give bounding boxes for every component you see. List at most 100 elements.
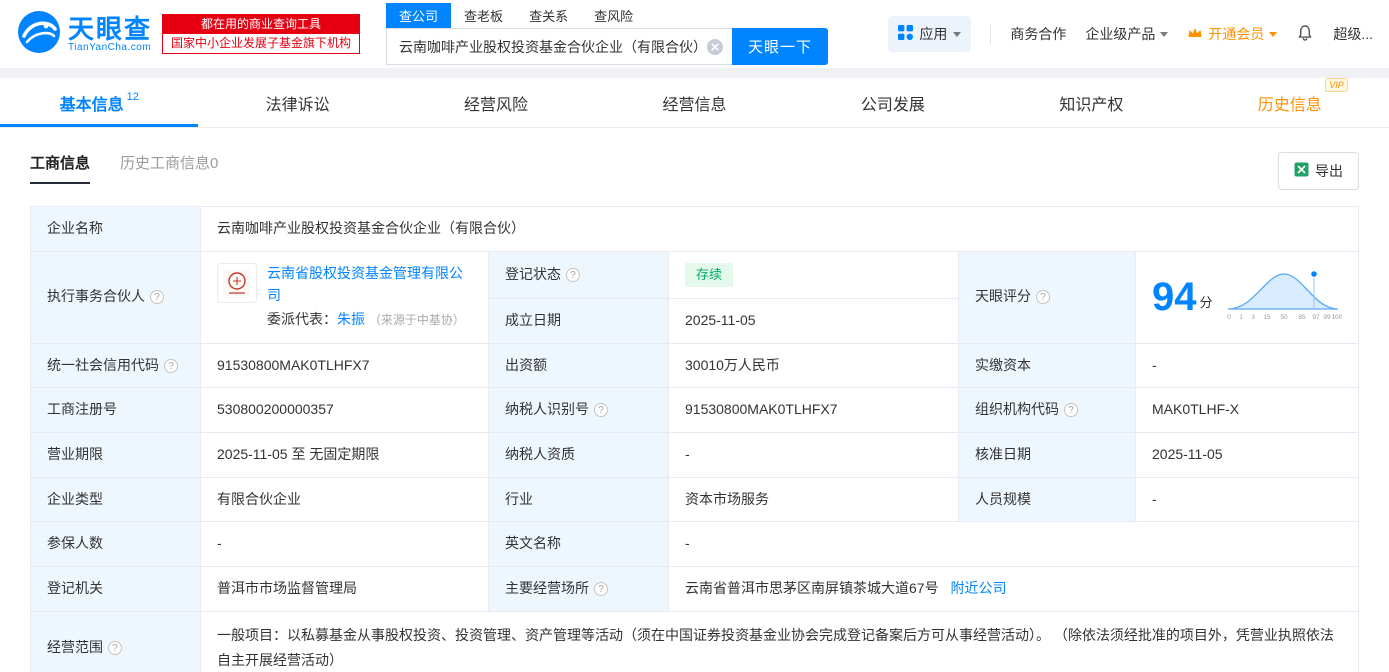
search-input[interactable] [387, 29, 732, 64]
nav-business-cooperation[interactable]: 商务合作 [1010, 24, 1066, 44]
label-org-code: 组织机构代码 [959, 388, 1136, 433]
page-divider-strip [0, 68, 1389, 78]
tab-operation-label: 经营信息 [662, 91, 726, 115]
tab-intellectual-property[interactable]: 知识产权 [992, 78, 1190, 127]
crown-icon [1187, 26, 1203, 42]
reg-no-label-text: 工商注册号 [47, 401, 117, 417]
tianyancha-logo-icon [16, 9, 62, 60]
paid-capital-label-text: 实缴资本 [975, 357, 1031, 373]
label-paid-capital: 实缴资本 [959, 343, 1136, 388]
tab-operating-risk[interactable]: 经营风险 [397, 78, 595, 127]
label-staff-size: 人员规模 [959, 477, 1136, 522]
label-established-date: 成立日期 [489, 298, 669, 343]
subtab-business-info[interactable]: 工商信息 [30, 152, 90, 184]
nearby-companies-link[interactable]: 附近公司 [950, 580, 1006, 596]
business-info-table: 企业名称 云南咖啡产业股权投资基金合伙企业（有限合伙） 执行事务合伙人 [30, 206, 1359, 672]
tab-history-info[interactable]: 历史信息 VIP [1191, 78, 1389, 127]
tab-development-label: 公司发展 [861, 91, 925, 115]
apps-menu[interactable]: 应用 [888, 16, 971, 52]
search-tabs: 查公司 查老板 查关系 查风险 [386, 3, 828, 28]
help-icon [1036, 290, 1050, 304]
search-tab-relation[interactable]: 查关系 [516, 3, 581, 28]
subtab-history-business-info[interactable]: 历史工商信息0 [120, 152, 218, 173]
search-tab-company[interactable]: 查公司 [386, 3, 451, 28]
tab-legal[interactable]: 法律诉讼 [198, 78, 396, 127]
delegate-source-text: （来源于中基协） [369, 313, 465, 327]
value-registration-number: 530800200000357 [201, 388, 489, 433]
value-established-date: 2025-11-05 [669, 298, 959, 343]
paid-capital-text: - [1152, 357, 1157, 373]
value-paid-capital: - [1136, 343, 1359, 388]
scope-label-text: 经营范围 [47, 639, 103, 655]
tab-basic-info[interactable]: 基本信息 12 [0, 78, 198, 127]
brand-name: 天眼查 [68, 16, 152, 42]
reg-no-text: 530800200000357 [217, 401, 334, 417]
axis-tick: 100 [1332, 314, 1342, 321]
search-tab-boss[interactable]: 查老板 [451, 3, 516, 28]
org-code-text: MAK0TLHF-X [1152, 401, 1239, 417]
staff-label-text: 人员规模 [975, 491, 1031, 507]
nav-super-vip[interactable]: 超级... [1333, 24, 1373, 44]
label-tianyan-score: 天眼评分 [959, 251, 1136, 343]
established-text: 2025-11-05 [685, 312, 756, 328]
value-credit-code: 91530800MAK0TLHFX7 [201, 343, 489, 388]
value-business-address: 云南省普洱市思茅区南屏镇茶城大道67号 附近公司 [669, 566, 1359, 611]
value-org-code: MAK0TLHF-X [1136, 388, 1359, 433]
help-icon [594, 582, 608, 596]
value-tianyan-score: 94 分 0 1 3 15 50 85 [1136, 251, 1359, 343]
clear-search-icon[interactable] [707, 39, 723, 60]
term-label-text: 营业期限 [47, 446, 103, 462]
tab-ip-label: 知识产权 [1059, 91, 1123, 115]
notification-bell-icon[interactable] [1296, 24, 1314, 45]
enterprise-label: 企业级产品 [1085, 24, 1155, 44]
subtab-row: 工商信息 历史工商信息0 导出 [0, 128, 1389, 204]
tax-id-text: 91530800MAK0TLHFX7 [685, 401, 838, 417]
logo[interactable]: 天眼查 TianYanCha.com [16, 9, 152, 60]
apps-label: 应用 [919, 24, 947, 44]
delegate-link[interactable]: 朱振 [337, 311, 365, 327]
table-row: 企业名称 云南咖啡产业股权投资基金合伙企业（有限合伙） [31, 207, 1359, 252]
nav-enterprise-products[interactable]: 企业级产品 [1085, 24, 1168, 44]
label-executive-partner: 执行事务合伙人 [31, 251, 201, 343]
status-label-text: 登记状态 [505, 266, 561, 282]
nav-open-membership[interactable]: 开通会员 [1187, 24, 1277, 44]
search-button[interactable]: 天眼一下 [732, 28, 828, 65]
value-staff-size: - [1136, 477, 1359, 522]
table-row: 登记机关 普洱市市场监督管理局 主要经营场所 云南省普洱市思茅区南屏镇茶城大道6… [31, 566, 1359, 611]
authority-text: 普洱市市场监督管理局 [217, 580, 357, 596]
help-icon [566, 268, 580, 282]
capital-label-text: 出资额 [505, 357, 547, 373]
axis-tick: 99 [1323, 314, 1331, 321]
label-taxpayer-qualification: 纳税人资质 [489, 432, 669, 477]
site-header: 天眼查 TianYanCha.com 都在用的商业查询工具 国家中小企业发展子基… [0, 0, 1389, 68]
label-company-name: 企业名称 [31, 207, 201, 252]
org-code-label-text: 组织机构代码 [975, 401, 1059, 417]
tab-risk-label: 经营风险 [464, 91, 528, 115]
industry-text: 资本市场服务 [685, 491, 769, 507]
search-tab-risk[interactable]: 查风险 [581, 3, 646, 28]
insured-text: - [217, 535, 222, 551]
search-area: 查公司 查老板 查关系 查风险 天眼一下 [386, 3, 828, 65]
chevron-down-icon [1160, 32, 1168, 37]
scope-text: 一般项目：以私募基金从事股权投资、投资管理、资产管理等活动（须在中国证券投资基金… [217, 627, 1334, 668]
value-registration-status: 存续 [669, 251, 959, 298]
company-name-text: 云南咖啡产业股权投资基金合伙企业（有限合伙） [217, 220, 525, 236]
value-registration-authority: 普洱市市场监督管理局 [201, 566, 489, 611]
value-company-name: 云南咖啡产业股权投资基金合伙企业（有限合伙） [201, 207, 1359, 252]
type-label-text: 企业类型 [47, 491, 103, 507]
established-label-text: 成立日期 [505, 312, 561, 328]
delegate-label-text: 委派代表： [267, 311, 337, 327]
score-distribution-chart: 0 1 3 15 50 85 97 99 100 [1224, 265, 1342, 330]
label-registration-status: 登记状态 [489, 251, 669, 298]
tab-company-development[interactable]: 公司发展 [794, 78, 992, 127]
tax-qual-text: - [685, 446, 690, 462]
value-taxpayer-qualification: - [669, 432, 959, 477]
label-credit-code: 统一社会信用代码 [31, 343, 201, 388]
tab-operating-info[interactable]: 经营信息 [595, 78, 793, 127]
value-business-scope: 一般项目：以私募基金从事股权投资、投资管理、资产管理等活动（须在中国证券投资基金… [201, 611, 1359, 672]
label-business-scope: 经营范围 [31, 611, 201, 672]
partner-company-link[interactable]: 云南省股权投资基金管理有限公司 [267, 265, 463, 303]
address-label-text: 主要经营场所 [505, 580, 589, 596]
partner-label-text: 执行事务合伙人 [47, 288, 145, 304]
export-button[interactable]: 导出 [1278, 152, 1359, 190]
